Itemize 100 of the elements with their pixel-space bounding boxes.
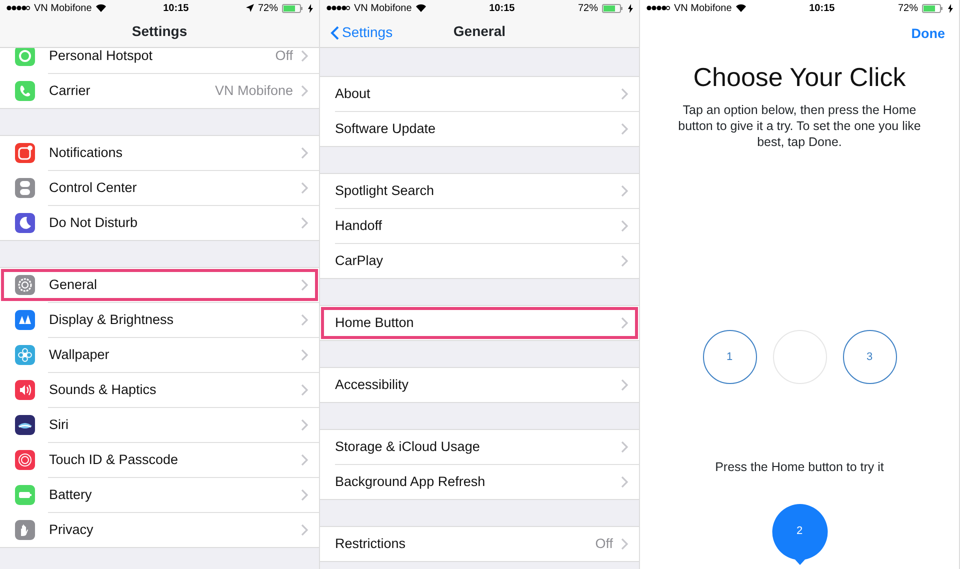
status-time: 10:15 [163,2,189,14]
signal-icon [326,5,350,11]
settings-row[interactable]: Carrier VN Mobifone [0,74,319,108]
nav-title: General [453,22,506,41]
bubble-label: 2 [795,524,804,539]
settings-row[interactable]: Display & Brightness [0,303,319,337]
battery-icon [15,485,35,505]
chevron-icon [621,476,629,488]
settings-row[interactable]: About [320,77,639,111]
moon-icon [15,213,35,233]
gear-icon [15,275,35,295]
location-icon [246,4,254,12]
settings-row[interactable]: Control Center [0,171,319,205]
chevron-icon [621,441,629,453]
hand-icon [15,520,35,540]
settings-row[interactable]: Storage & iCloud Usage [320,430,639,464]
chevron-icon [621,255,629,267]
wifi-icon [416,4,426,12]
settings-row[interactable]: Battery [0,478,319,512]
notifications-icon [15,143,35,163]
row-label: Touch ID & Passcode [49,450,180,469]
click-option[interactable]: 1 [702,330,756,384]
settings-row[interactable]: Personal Hotspot Off [0,48,319,73]
chevron-icon [301,314,309,326]
carrier-name: VN Mobifone [354,2,412,16]
row-label: About [335,84,372,103]
row-label: Accessibility [335,376,410,394]
row-label: Wallpaper [49,346,110,364]
settings-row[interactable]: General [0,268,319,302]
chevron-icon [301,182,309,194]
battery-icon [922,4,944,12]
chevron-icon [621,317,629,329]
back-button[interactable]: Settings [328,22,395,43]
chevron-icon [621,538,629,550]
chevron-icon [301,85,309,97]
chevron-icon [621,220,629,232]
status-time: 10:15 [489,2,515,14]
settings-row[interactable]: Restrictions Off [320,527,639,561]
row-value: VN Mobifone [214,82,293,100]
row-label: Privacy [49,520,94,539]
settings-row[interactable]: Spotlight Search [320,174,639,208]
row-label: Notifications [49,144,124,162]
chevron-icon [301,524,309,536]
settings-row[interactable]: Handoff [320,209,639,243]
settings-row[interactable]: Privacy [0,513,319,547]
battery-percent: 72% [258,2,278,16]
chevron-icon [301,147,309,159]
row-label: Carrier [49,82,92,100]
signal-icon [6,5,30,11]
settings-row[interactable]: Home Button [320,306,639,340]
carrier-name: VN Mobifone [674,2,732,16]
phone-icon [15,81,35,101]
settings-row[interactable]: Software Update [320,112,639,146]
settings-row[interactable]: Touch ID & Passcode [0,443,319,477]
row-label: CarPlay [335,252,384,270]
settings-row[interactable]: Siri [0,408,319,442]
chevron-icon [621,123,629,135]
chevron-icon [301,454,309,466]
flower-icon [15,345,35,365]
row-label: Personal Hotspot [49,48,154,65]
speaker-icon [15,380,35,400]
wave-icon [15,415,35,435]
chevron-icon [621,379,629,391]
row-label: Siri [49,416,70,434]
nav-title: Settings [132,22,188,41]
row-value: Off [595,534,613,553]
row-label: Spotlight Search [335,182,436,200]
settings-row[interactable]: Do Not Disturb [0,206,319,240]
row-label: Control Center [49,178,138,197]
settings-row[interactable]: Notifications [0,136,319,170]
settings-row[interactable]: Accessibility [320,368,639,402]
done-button[interactable]: Done [911,24,945,44]
settings-row[interactable]: Sounds & Haptics [0,373,319,407]
row-label: Storage & iCloud Usage [335,438,481,456]
charging-icon [948,4,953,12]
row-label: Software Update [335,120,437,138]
chevron-icon [301,217,309,229]
wifi-icon [736,4,746,12]
instructions-text: Tap an option below, then press the Home button to give it a try. To set the one you like best, tap Done. [677,103,922,150]
row-label: Sounds & Haptics [49,380,158,399]
settings-row[interactable]: Wallpaper [0,338,319,372]
settings-row[interactable]: Background App Refresh [320,465,639,499]
chevron-icon [301,279,309,291]
chevron-icon [301,50,309,62]
chevron-icon [621,88,629,100]
charging-icon [308,4,313,12]
battery-icon [602,4,624,12]
signal-icon [646,5,670,11]
row-label: Battery [49,486,93,504]
carrier-name: VN Mobifone [34,2,92,16]
back-icon [330,26,339,40]
click-option[interactable]: 3 [842,330,896,384]
chevron-icon [301,349,309,361]
chevron-icon [301,384,309,396]
hint-text: Press the Home button to try it [715,459,884,476]
row-label: General [49,276,98,294]
bubble-shape [770,502,828,565]
battery-percent: 72% [578,2,598,16]
settings-row[interactable]: CarPlay [320,244,639,278]
wifi-icon [96,4,106,12]
